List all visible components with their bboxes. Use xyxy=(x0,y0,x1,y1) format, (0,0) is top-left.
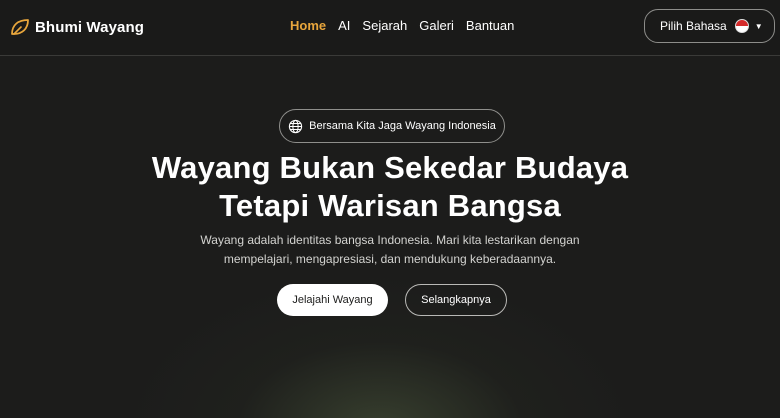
hero-title-line-2: Tetapi Warisan Bangsa xyxy=(219,188,561,223)
landing-page: Bhumi Wayang Home AI Sejarah Galeri Bant… xyxy=(0,0,780,418)
hero-subtitle-line-1: Wayang adalah identitas bangsa Indonesia… xyxy=(200,233,580,247)
leaf-icon xyxy=(11,19,29,35)
hero-title: Wayang Bukan Sekedar Budaya Tetapi Waris… xyxy=(0,149,780,225)
nav-sejarah[interactable]: Sejarah xyxy=(362,18,407,33)
hero-badge: Bersama Kita Jaga Wayang Indonesia xyxy=(279,109,505,143)
language-select-button[interactable]: Pilih Bahasa ▼ xyxy=(644,9,775,43)
nav-links: Home AI Sejarah Galeri Bantuan xyxy=(290,18,514,33)
nav-galeri[interactable]: Galeri xyxy=(419,18,454,33)
caret-down-icon: ▼ xyxy=(754,21,763,31)
brand-name: Bhumi Wayang xyxy=(35,18,144,36)
brand-logo[interactable]: Bhumi Wayang xyxy=(10,15,144,39)
hero-badge-label: Bersama Kita Jaga Wayang Indonesia xyxy=(309,120,496,132)
hero-subtitle-line-2: mempelajari, mengapresiasi, dan mendukun… xyxy=(223,252,557,266)
hero-subtitle: Wayang adalah identitas bangsa Indonesia… xyxy=(0,231,780,269)
nav-ai[interactable]: AI xyxy=(338,18,350,33)
nav-home[interactable]: Home xyxy=(290,18,326,33)
explore-wayang-button[interactable]: Jelajahi Wayang xyxy=(277,284,388,316)
hero-title-line-1: Wayang Bukan Sekedar Budaya xyxy=(151,150,629,185)
learn-more-button[interactable]: Selangkapnya xyxy=(405,284,507,316)
navbar: Bhumi Wayang Home AI Sejarah Galeri Bant… xyxy=(0,0,780,56)
globe-icon xyxy=(288,119,303,133)
nav-bantuan[interactable]: Bantuan xyxy=(466,18,514,33)
language-button-label: Pilih Bahasa xyxy=(660,19,727,33)
indonesia-flag-icon xyxy=(734,19,749,33)
